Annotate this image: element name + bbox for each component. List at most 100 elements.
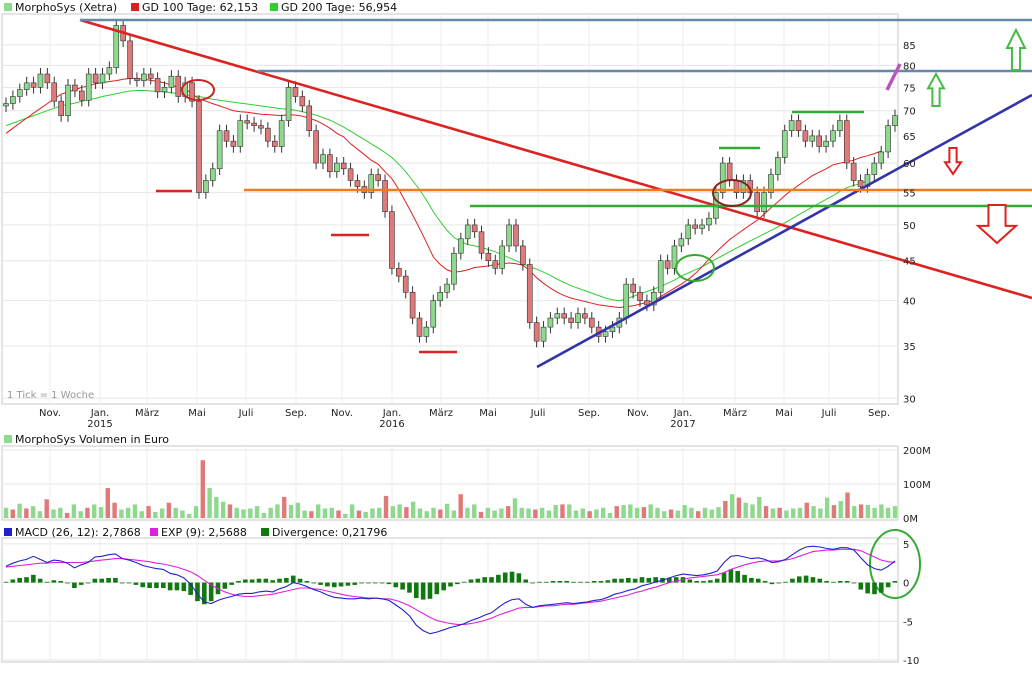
volume-bar <box>139 511 144 518</box>
divergence-bar <box>31 574 36 583</box>
candle-body <box>471 224 478 233</box>
volume-bar <box>220 501 226 518</box>
divergence-bar <box>701 581 706 583</box>
volume-bar <box>824 497 830 518</box>
candle-body <box>3 103 9 107</box>
divergence-bar <box>352 582 358 585</box>
volume-bar <box>329 507 334 518</box>
x-tick-label: Jan. <box>382 408 402 419</box>
candle-body <box>850 162 857 181</box>
volume-bar <box>526 508 531 518</box>
divergence-bar <box>318 582 323 585</box>
x-year-label: 2017 <box>670 419 695 430</box>
candle-body <box>499 245 505 269</box>
candle-body <box>781 130 788 158</box>
volume-bar <box>872 507 877 518</box>
legend-label: GD 200 Tage: 56,954 <box>281 1 397 14</box>
candle-body <box>278 120 285 147</box>
candle-body <box>237 120 244 147</box>
candle-body <box>547 317 554 328</box>
divergence-bar <box>304 581 310 583</box>
volume-bar <box>852 506 857 518</box>
candle-body <box>775 157 781 175</box>
candle-body <box>216 130 223 170</box>
volume-bar <box>241 509 246 518</box>
divergence-bar <box>17 577 22 583</box>
divergence-bar <box>482 577 487 583</box>
legend-label: MorphoSys (Xetra) <box>15 1 117 14</box>
divergence-bar <box>167 582 173 591</box>
divergence-bar <box>475 578 481 583</box>
volume-bar <box>410 501 416 518</box>
divergence-bar <box>379 582 385 584</box>
volume-bar <box>390 506 396 518</box>
volume-bar <box>648 504 653 518</box>
divergence-bar <box>202 582 207 605</box>
candle-body <box>719 162 726 193</box>
divergence-bar <box>99 578 105 583</box>
divergence-bar <box>735 570 741 583</box>
divergence-bar <box>256 578 262 583</box>
divergence-bar <box>284 577 289 583</box>
volume-bar <box>539 507 545 518</box>
volume-bar <box>58 507 63 518</box>
candle-body <box>561 313 568 319</box>
volume-bar <box>641 507 647 518</box>
candle-body <box>79 90 85 101</box>
candle-body <box>802 130 809 142</box>
volume-bar <box>17 503 22 518</box>
divergence-bar <box>769 582 775 585</box>
volume-tick-label: 0M <box>903 514 918 525</box>
candle-body <box>444 283 450 293</box>
candle-body <box>533 322 540 342</box>
candle-body <box>196 100 202 193</box>
divergence-bar <box>181 582 187 592</box>
volume-bar <box>288 505 294 518</box>
price-tick-label: 40 <box>903 297 916 308</box>
volume-bar <box>621 505 626 518</box>
divergence-bar <box>578 581 583 583</box>
candle-body <box>127 40 133 79</box>
divergence-bar <box>290 575 296 583</box>
divergence-bar <box>106 577 111 583</box>
divergence-bar <box>598 581 604 583</box>
volume-bar <box>478 511 484 518</box>
x-tick-label: Nov. <box>39 408 61 419</box>
volume-bar <box>180 510 185 518</box>
volume-bar <box>818 508 823 518</box>
x-tick-label: Sep. <box>285 408 307 419</box>
candle-body <box>892 115 898 126</box>
candle-body <box>99 73 106 84</box>
candle-body <box>147 73 154 79</box>
candle-body <box>726 162 733 181</box>
candle-body <box>554 313 561 319</box>
candle-body <box>678 238 685 247</box>
legend-swatch <box>150 528 158 536</box>
volume-bar <box>865 505 871 518</box>
candle-body <box>30 82 37 88</box>
price-tick-label: 55 <box>903 189 916 200</box>
divergence-bar <box>468 579 474 583</box>
volume-bar <box>458 494 463 518</box>
candle-body <box>85 73 92 101</box>
volume-bar <box>424 511 429 518</box>
volume-bar <box>736 497 742 518</box>
divergence-bar <box>892 581 898 583</box>
divergence-bar <box>58 581 64 583</box>
price-tick-label: 65 <box>903 132 916 143</box>
candle-body <box>134 78 140 81</box>
volume-bar <box>383 495 389 518</box>
candle-body <box>478 231 485 254</box>
candle-body <box>451 252 457 285</box>
candle-body <box>588 317 595 328</box>
volume-bar <box>634 507 640 518</box>
candle-body <box>10 96 16 104</box>
volume-bar <box>431 507 436 518</box>
volume-bar <box>797 507 803 518</box>
divergence-bar <box>270 580 275 583</box>
divergence-bar <box>243 579 248 583</box>
volume-bar <box>254 506 260 518</box>
volume-bar <box>682 505 687 518</box>
divergence-bar <box>824 581 829 583</box>
candle-body <box>575 313 581 323</box>
